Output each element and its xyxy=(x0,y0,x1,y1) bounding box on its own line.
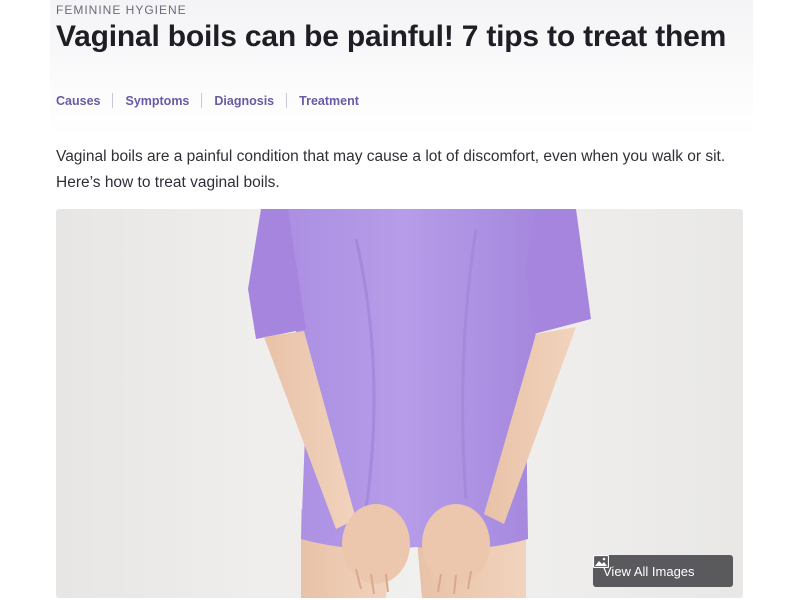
toc-link-treatment[interactable]: Treatment xyxy=(299,94,359,108)
toc-link-causes[interactable]: Causes xyxy=(56,94,100,108)
image-icon xyxy=(593,555,609,568)
toc-divider xyxy=(286,93,288,108)
toc-link-diagnosis[interactable]: Diagnosis xyxy=(214,94,274,108)
table-of-contents: Causes Symptoms Diagnosis Treatment xyxy=(56,93,359,108)
toc-divider xyxy=(201,93,203,108)
hero-illustration xyxy=(248,209,591,598)
view-all-images-label: View All Images xyxy=(603,563,695,579)
category-label[interactable]: FEMININE HYGIENE xyxy=(56,3,187,17)
article-intro: Vaginal boils are a painful condition th… xyxy=(56,148,726,191)
toc-link-symptoms[interactable]: Symptoms xyxy=(125,94,189,108)
page-title: Vaginal boils can be painful! 7 tips to … xyxy=(56,20,727,53)
hero-image[interactable]: View All Images xyxy=(56,209,743,598)
view-all-images-button[interactable]: View All Images xyxy=(593,555,733,587)
toc-divider xyxy=(112,93,114,108)
